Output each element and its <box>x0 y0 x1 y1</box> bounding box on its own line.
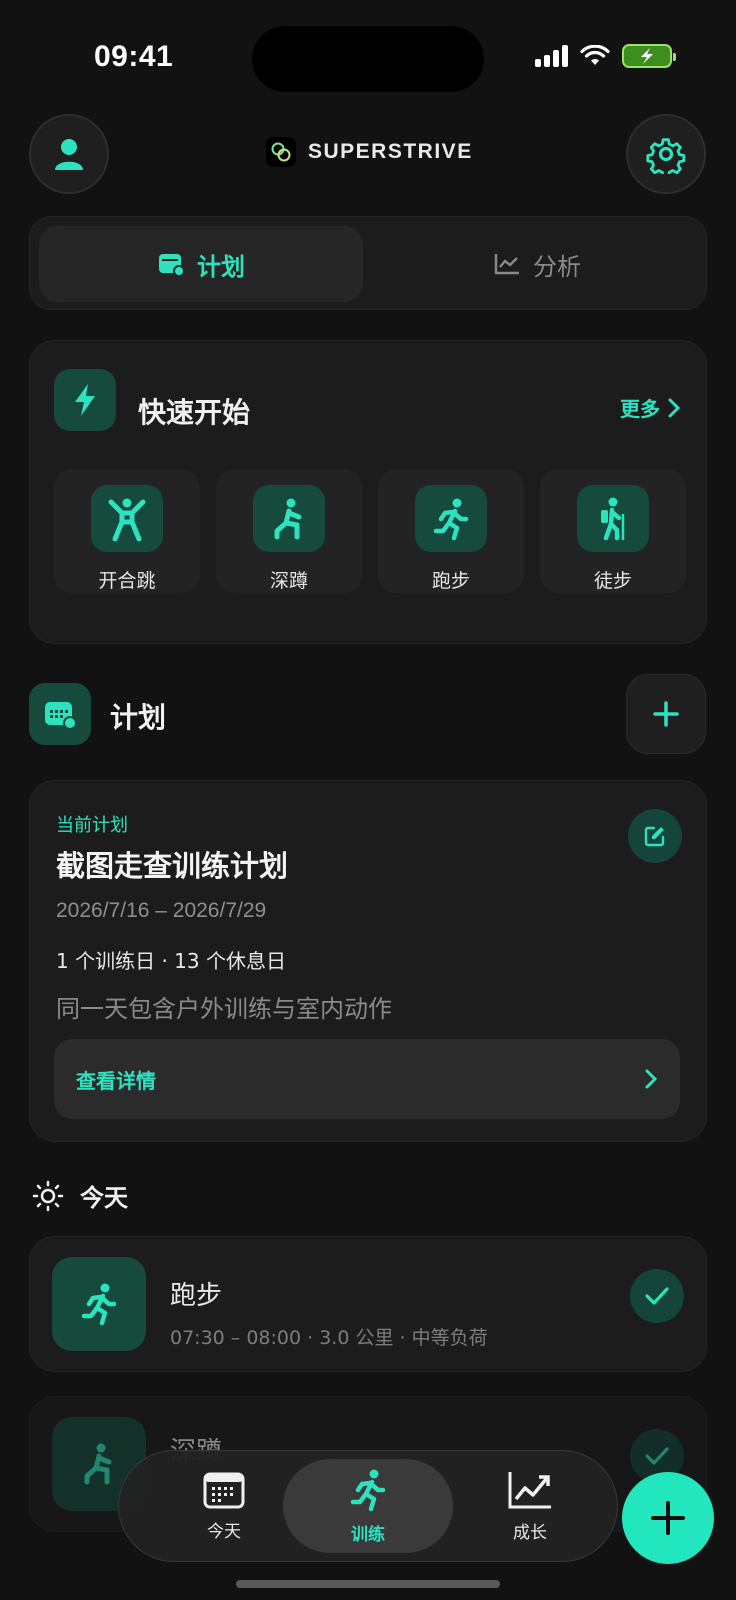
view-segmented-control: 计划 分析 <box>29 216 707 310</box>
hiking-icon <box>577 485 649 552</box>
bottom-tab-bar: 今天 训练 成长 <box>118 1450 618 1562</box>
tab-analysis-label: 分析 <box>533 252 581 281</box>
plan-name: 截图走查训练计划 <box>56 849 289 883</box>
quick-start-label: 深蹲 <box>269 570 308 592</box>
view-details-label: 查看详情 <box>76 1068 156 1093</box>
quick-start-hiking[interactable]: 徒步 <box>540 469 686 593</box>
plan-day-counts: 1 个训练日 · 13 个休息日 <box>56 949 286 973</box>
brand-logo-icon <box>266 137 296 167</box>
activity-name: 跑步 <box>170 1281 223 1311</box>
quick-start-title: 快速开始 <box>138 396 251 429</box>
complete-toggle[interactable] <box>630 1269 684 1323</box>
status-icons <box>535 44 676 68</box>
add-plan-button[interactable] <box>626 674 706 754</box>
current-plan-card: 当前计划 截图走查训练计划 2026/7/16 – 2026/7/29 1 个训… <box>29 780 707 1142</box>
calendar-icon <box>29 683 91 745</box>
plan-dates: 2026/7/16 – 2026/7/29 <box>56 899 267 922</box>
lightning-icon <box>54 369 116 431</box>
running-icon <box>52 1257 146 1351</box>
signal-icon <box>535 45 568 67</box>
more-link-label: 更多 <box>620 397 660 421</box>
line-chart-icon <box>494 254 519 275</box>
quick-start-label: 开合跳 <box>98 570 156 592</box>
quick-start-label: 徒步 <box>593 570 632 592</box>
status-time: 09:41 <box>94 40 174 73</box>
nav-train[interactable]: 训练 <box>283 1459 453 1553</box>
chevron-right-icon <box>668 398 680 417</box>
quick-start-running[interactable]: 跑步 <box>378 469 524 593</box>
tab-plan[interactable]: 计划 <box>39 226 363 302</box>
edit-icon <box>644 826 665 847</box>
brand-name: SUPERSTRIVE <box>308 140 473 163</box>
edit-plan-button[interactable] <box>628 809 682 863</box>
view-details-button[interactable]: 查看详情 <box>54 1039 680 1119</box>
more-link[interactable]: 更多 <box>620 393 680 422</box>
running-icon <box>350 1469 386 1511</box>
nav-growth-label: 成长 <box>513 1522 547 1543</box>
today-header: 今天 <box>32 1178 128 1213</box>
quick-start-label: 跑步 <box>431 570 470 592</box>
quick-start-card: 快速开始 更多 开合跳 深蹲 跑步 徒步 <box>29 340 707 644</box>
running-icon <box>415 485 487 552</box>
quick-start-list: 开合跳 深蹲 跑步 徒步 <box>54 469 686 593</box>
tab-plan-label: 计划 <box>197 252 245 281</box>
plus-icon <box>651 1501 685 1535</box>
sun-icon <box>32 1180 64 1211</box>
profile-button[interactable] <box>29 114 109 194</box>
nav-train-label: 训练 <box>351 1524 385 1545</box>
calendar-icon <box>203 1472 245 1508</box>
chevron-right-icon <box>645 1069 658 1089</box>
nav-today-label: 今天 <box>207 1521 241 1542</box>
gear-icon <box>646 138 686 174</box>
add-workout-fab[interactable] <box>622 1472 714 1564</box>
plan-caption: 当前计划 <box>56 815 128 836</box>
plus-icon <box>653 701 679 727</box>
check-icon <box>645 1447 669 1465</box>
brand: SUPERSTRIVE <box>266 137 473 167</box>
battery-icon <box>622 44 676 68</box>
home-indicator <box>236 1580 500 1588</box>
activity-meta: 07:30 – 08:00 · 3.0 公里 · 中等负荷 <box>170 1327 488 1349</box>
quick-start-jumping-jack[interactable]: 开合跳 <box>54 469 200 593</box>
jumping-jack-icon <box>91 485 163 552</box>
quick-start-squat[interactable]: 深蹲 <box>216 469 362 593</box>
tab-analysis[interactable]: 分析 <box>375 226 699 302</box>
plan-section-title: 计划 <box>110 701 167 734</box>
trend-up-icon <box>508 1471 551 1508</box>
nav-growth[interactable]: 成长 <box>445 1459 615 1553</box>
plan-description: 同一天包含户外训练与室内动作 <box>56 995 392 1023</box>
wifi-icon <box>580 45 610 65</box>
dynamic-island <box>252 26 484 92</box>
check-icon <box>645 1287 669 1305</box>
settings-button[interactable] <box>626 114 706 194</box>
squat-icon <box>253 485 325 552</box>
today-title: 今天 <box>80 1184 128 1212</box>
activity-card[interactable]: 跑步 07:30 – 08:00 · 3.0 公里 · 中等负荷 <box>29 1236 707 1372</box>
calendar-icon <box>159 254 185 277</box>
user-icon <box>55 139 83 170</box>
